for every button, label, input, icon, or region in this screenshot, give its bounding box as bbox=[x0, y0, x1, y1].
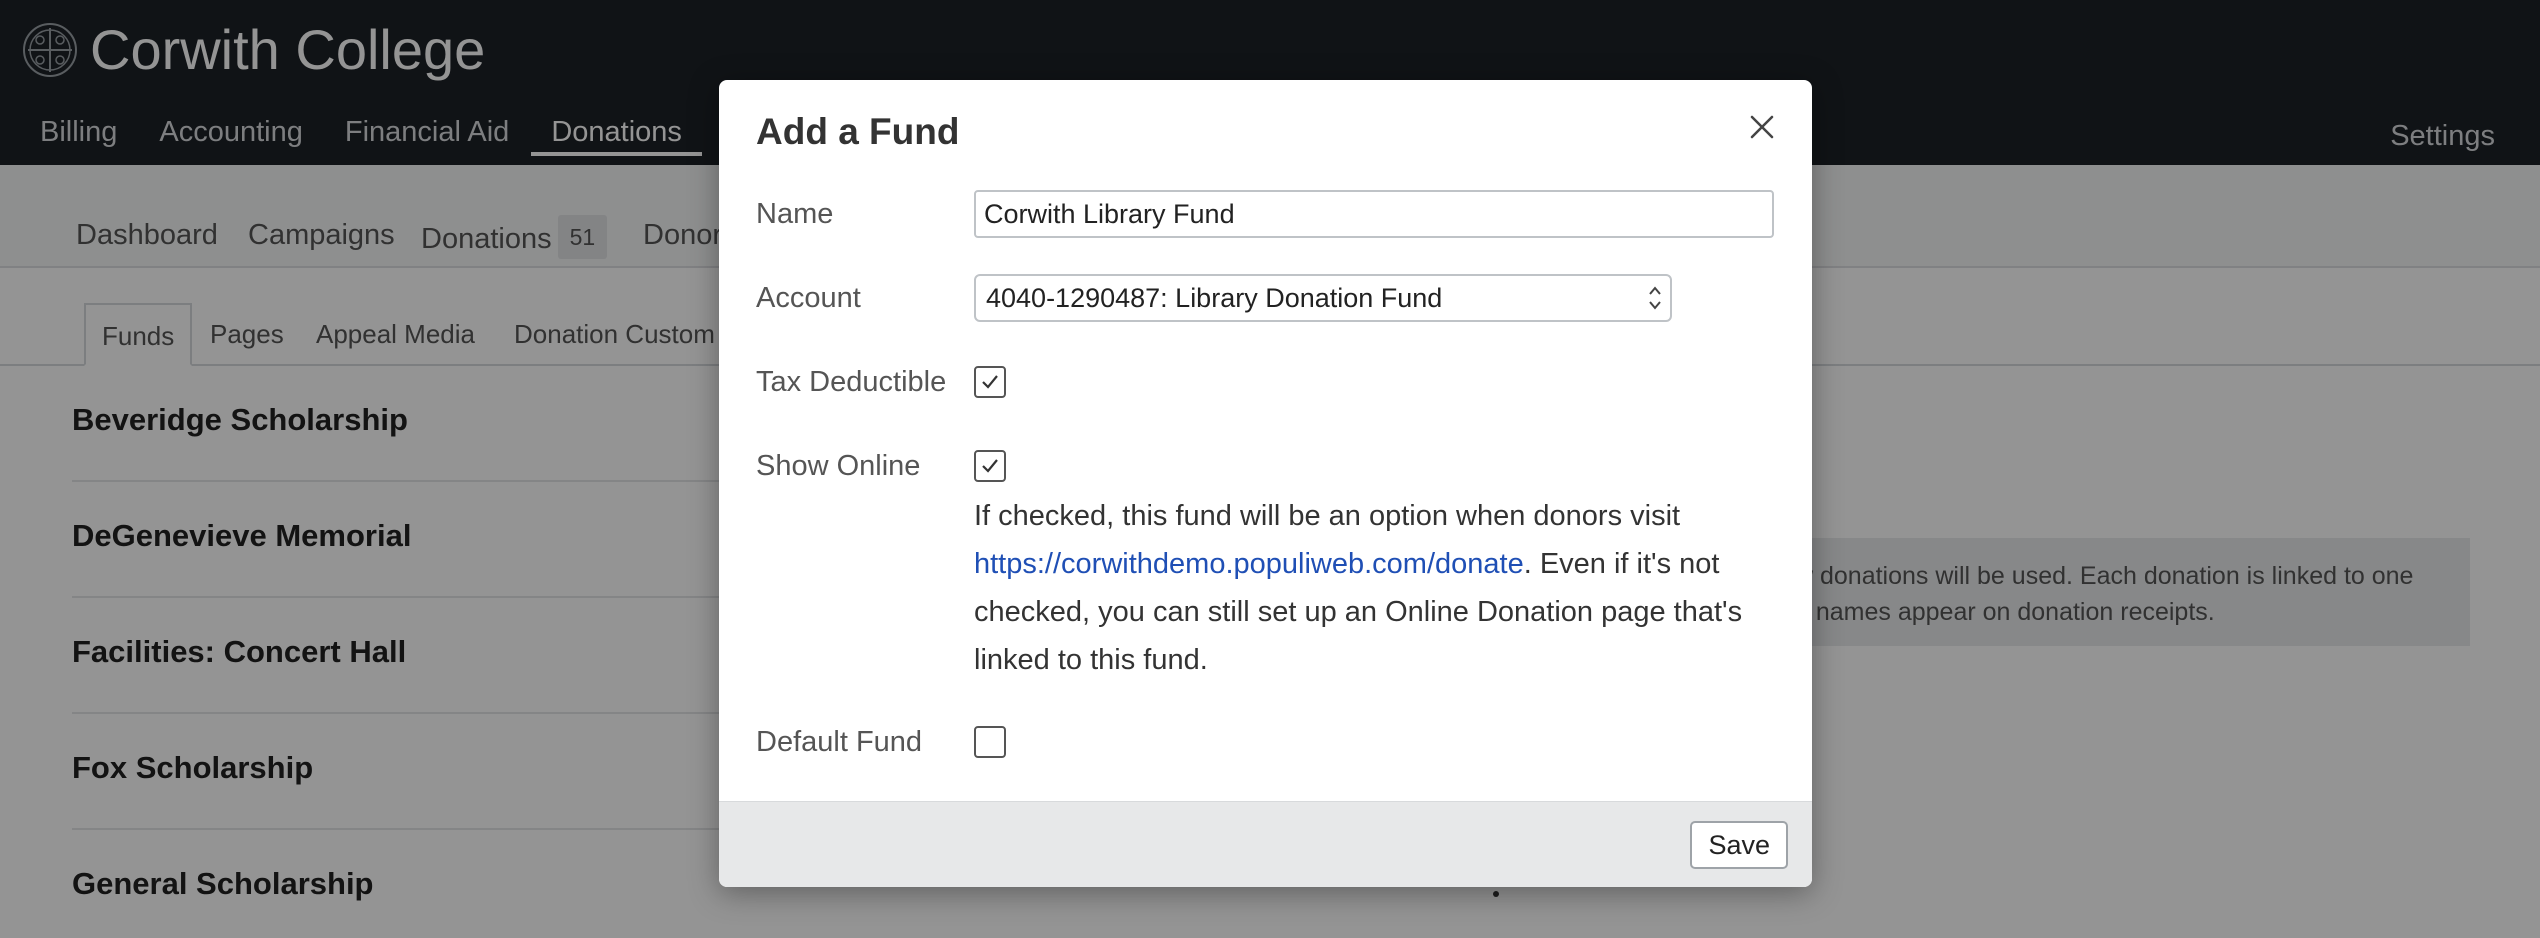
select-arrows-icon bbox=[1649, 286, 1661, 310]
checkmark-icon bbox=[982, 459, 998, 473]
help-text-prefix: If checked, this fund will be an option … bbox=[974, 500, 1681, 532]
account-select-value: 4040-1290487: Library Donation Fund bbox=[986, 283, 1443, 313]
show-online-checkbox[interactable] bbox=[974, 450, 1006, 482]
close-icon bbox=[1750, 115, 1774, 139]
dialog-footer: Save bbox=[719, 801, 1812, 887]
default-fund-checkbox[interactable] bbox=[974, 726, 1006, 758]
dialog-title: Add a Fund bbox=[756, 111, 960, 152]
tax-deductible-label: Tax Deductible bbox=[756, 366, 947, 398]
account-label: Account bbox=[756, 282, 861, 314]
show-online-label: Show Online bbox=[756, 450, 921, 482]
show-online-help: If checked, this fund will be an option … bbox=[974, 492, 1774, 684]
default-fund-label: Default Fund bbox=[756, 726, 923, 758]
tax-deductible-checkbox[interactable] bbox=[974, 366, 1006, 398]
checkmark-icon bbox=[982, 375, 998, 389]
fund-name-input[interactable] bbox=[974, 190, 1774, 238]
add-fund-dialog: Add a Fund Name Account 4040-1290487: Li… bbox=[719, 80, 1812, 887]
name-label: Name bbox=[756, 198, 834, 230]
save-button[interactable]: Save bbox=[1690, 821, 1788, 869]
close-button[interactable] bbox=[1742, 107, 1782, 147]
account-select[interactable]: 4040-1290487: Library Donation Fund bbox=[974, 274, 1672, 322]
donate-page-link[interactable]: https://corwithdemo.populiweb.com/donate bbox=[974, 548, 1524, 580]
